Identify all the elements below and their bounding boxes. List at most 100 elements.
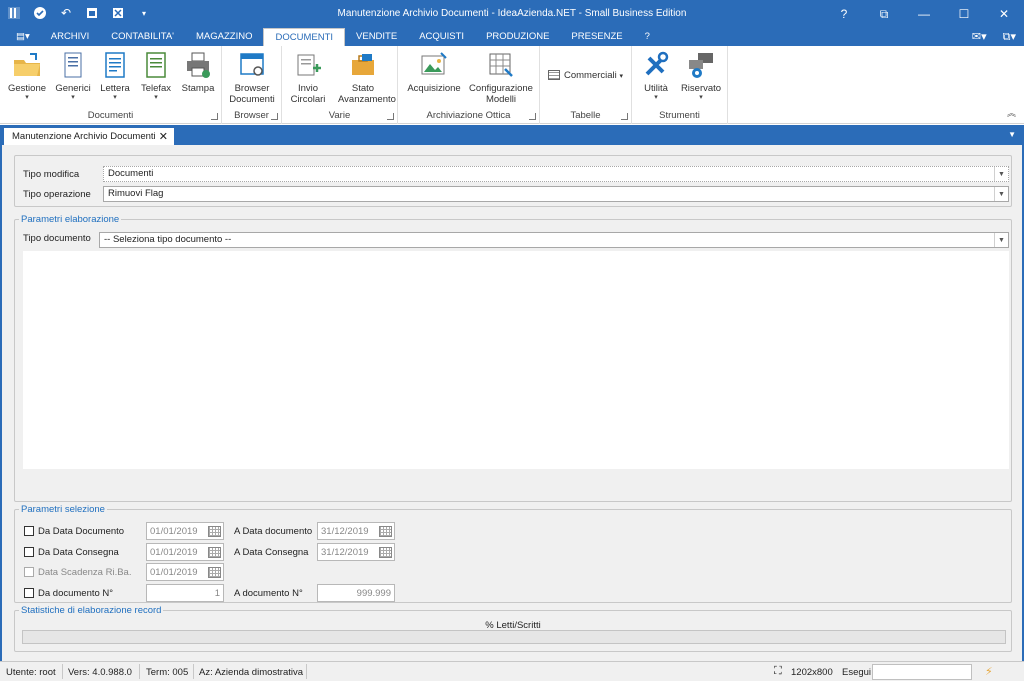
fax-icon: [141, 50, 171, 80]
stampa-button[interactable]: Stampa: [178, 48, 218, 94]
da-data-documento-label: Da Data Documento: [38, 526, 125, 537]
letter-icon: [100, 50, 130, 80]
calendar-icon[interactable]: [379, 526, 392, 537]
ribbon-group-archiviazione-ottica: Acquisizione Configurazione Modelli Arch…: [398, 46, 540, 124]
menu-acquisti[interactable]: ACQUISTI: [408, 28, 475, 46]
fullscreen-icon[interactable]: ⛶: [774, 665, 782, 678]
tipo-documento-select[interactable]: -- Seleziona tipo documento -- ▼: [99, 232, 1009, 248]
menu-documenti[interactable]: DOCUMENTI: [263, 28, 346, 46]
menu-magazzino[interactable]: MAGAZZINO: [185, 28, 263, 46]
menu-produzione[interactable]: PRODUZIONE: [475, 28, 560, 46]
group-launcher-icon[interactable]: [211, 113, 218, 120]
da-documento-checkbox[interactable]: [24, 588, 34, 598]
ribbon-group-label: Documenti: [87, 110, 134, 121]
tipo-modifica-select[interactable]: Documenti ▼: [103, 166, 1009, 182]
commerciali-button[interactable]: Commerciali ▾: [548, 70, 628, 82]
menu-archivi[interactable]: ARCHIVI: [40, 28, 101, 46]
app-menu-button[interactable]: ▤▾: [6, 28, 40, 46]
generici-button[interactable]: Generici ▾: [52, 48, 94, 102]
lightning-icon[interactable]: ⚡: [985, 665, 993, 678]
folder-icon: [12, 50, 42, 80]
riservato-button[interactable]: Riservato ▾: [678, 48, 724, 102]
data-scadenza-checkbox: [24, 567, 34, 577]
da-data-consegna-input[interactable]: 01/01/2019: [146, 543, 224, 561]
group-launcher-icon[interactable]: [621, 113, 628, 120]
a-data-consegna-label: A Data Consegna: [234, 547, 309, 558]
ribbon-group-varie: Invio Circolari Stato Avanzamento Varie: [282, 46, 398, 124]
status-terminale: Term: 005: [146, 667, 189, 678]
settings-icon: [686, 50, 716, 80]
restore-layout-button[interactable]: ⧉: [864, 0, 904, 28]
a-data-consegna-input[interactable]: 31/12/2019: [317, 543, 395, 561]
da-data-consegna-label: Da Data Consegna: [38, 547, 119, 558]
a-data-documento-input[interactable]: 31/12/2019: [317, 522, 395, 540]
esegui-input[interactable]: [872, 664, 972, 680]
acquisizione-button[interactable]: Acquisizione: [406, 48, 462, 94]
calendar-icon[interactable]: [208, 547, 221, 558]
calendar-icon[interactable]: [379, 547, 392, 558]
da-documento-input[interactable]: 1: [146, 584, 224, 602]
menu-help[interactable]: ?: [634, 28, 661, 46]
maximize-button[interactable]: ☐: [944, 0, 984, 28]
invio-circolari-button[interactable]: Invio Circolari: [288, 48, 328, 105]
circular-icon: [293, 50, 323, 80]
gestione-button[interactable]: Gestione ▾: [4, 48, 50, 102]
group-launcher-icon[interactable]: [529, 113, 536, 120]
ribbon-group-strumenti: Utilità ▾ Riservato ▾ Strumenti: [632, 46, 728, 124]
da-data-documento-checkbox[interactable]: [24, 526, 34, 536]
divider: [139, 664, 140, 679]
browser-documenti-button[interactable]: Browser Documenti: [226, 48, 278, 105]
ribbon-group-documenti: Gestione ▾ Generici ▾ Lettera ▾ Telefax ▾ St…: [0, 46, 222, 124]
browser-icon: [237, 50, 267, 80]
menu-presenze[interactable]: PRESENZE: [560, 28, 633, 46]
elaborazione-panel: [23, 251, 1009, 469]
esegui-label: Esegui: [842, 667, 872, 678]
a-documento-label: A documento N°: [234, 588, 303, 599]
status-risoluzione: 1202x800: [791, 667, 833, 678]
divider: [306, 664, 307, 679]
collapse-ribbon-icon[interactable]: ︽: [1007, 106, 1016, 119]
grid-config-icon: [486, 50, 516, 80]
da-data-documento-input[interactable]: 01/01/2019: [146, 522, 224, 540]
lettera-button[interactable]: Lettera ▾: [95, 48, 135, 102]
ribbon-group-label: Varie: [328, 110, 351, 121]
stato-avanzamento-button[interactable]: Stato Avanzamento: [332, 48, 396, 105]
document-icon: [58, 50, 88, 80]
configurazione-modelli-button[interactable]: Configurazione Modelli: [466, 48, 536, 105]
tab-list-icon[interactable]: ▼: [1008, 130, 1016, 139]
tools-icon: [641, 50, 671, 80]
status-utente: Utente: root: [6, 667, 56, 678]
document-tab-strip: Manutenzione Archivio Documenti ✕ ▼: [0, 125, 1024, 145]
menu-contabilita[interactable]: CONTABILITA': [100, 28, 185, 46]
chevron-down-icon: ▼: [994, 167, 1008, 181]
printer-icon: [183, 50, 213, 80]
tab-manutenzione-archivio[interactable]: Manutenzione Archivio Documenti ✕: [4, 128, 174, 145]
group-launcher-icon[interactable]: [271, 113, 278, 120]
statistiche-group: Statistiche di elaborazione record % Let…: [14, 605, 1012, 652]
close-tab-icon[interactable]: ✕: [159, 130, 168, 143]
tipo-operazione-select[interactable]: Rimuovi Flag ▼: [103, 186, 1009, 202]
a-documento-input[interactable]: 999.999: [317, 584, 395, 602]
menu-bar: ▤▾ ARCHIVI CONTABILITA' MAGAZZINO DOCUME…: [0, 28, 1024, 46]
menu-vendite[interactable]: VENDITE: [345, 28, 408, 46]
calendar-icon[interactable]: [208, 526, 221, 537]
minimize-button[interactable]: —: [904, 0, 944, 28]
telefax-button[interactable]: Telefax ▾: [136, 48, 176, 102]
help-button[interactable]: ?: [824, 0, 864, 28]
windows-icon[interactable]: ⧉▾: [1003, 30, 1016, 44]
briefcase-icon: [348, 50, 378, 80]
title-bar: ↶ ▾ Manutenzione Archivio Documenti - Id…: [0, 0, 1024, 28]
status-bar: Utente: root Vers: 4.0.988.0 Term: 005 A…: [0, 661, 1024, 681]
progress-bar: [22, 630, 1006, 644]
main-content: Tipo modifica Documenti ▼ Tipo operazion…: [0, 145, 1024, 661]
table-icon: [548, 70, 560, 81]
ribbon-group-label: Tabelle: [570, 110, 601, 121]
close-button[interactable]: ✕: [984, 0, 1024, 28]
group-launcher-icon[interactable]: [387, 113, 394, 120]
ribbon-group-browser: Browser Documenti Browser: [222, 46, 282, 124]
chevron-down-icon: ▼: [994, 187, 1008, 201]
da-data-consegna-checkbox[interactable]: [24, 547, 34, 557]
utilita-button[interactable]: Utilità ▾: [636, 48, 676, 102]
mail-icon[interactable]: ✉▾: [972, 30, 987, 44]
status-versione: Vers: 4.0.988.0: [68, 667, 132, 678]
